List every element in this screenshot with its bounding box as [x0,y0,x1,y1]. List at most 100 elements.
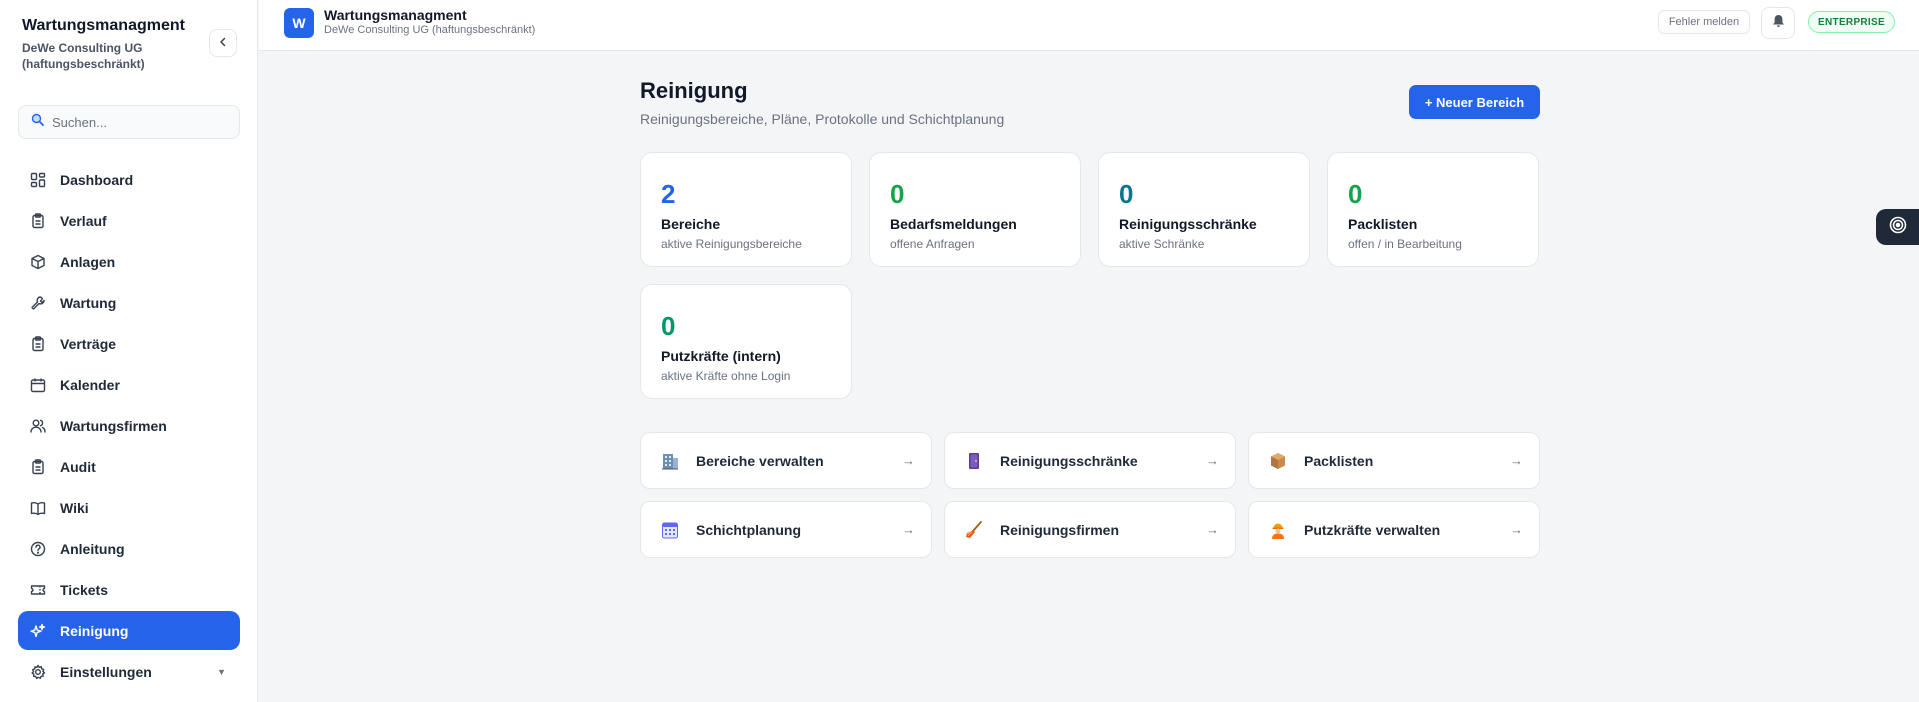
stat-value: 0 [1119,179,1134,209]
calendar-grid-icon [660,520,680,540]
stat-label: Reinigungsschränke [1119,216,1257,232]
calendar-icon [30,377,46,393]
link-label: Bereiche verwalten [696,452,824,469]
stat-label: Putzkräfte (intern) [661,348,781,364]
notifications-button[interactable] [1761,7,1795,39]
arrow-right-icon: → [902,453,915,468]
chevron-down-icon: ▼ [217,666,226,677]
sidebar-item-label: Verträge [60,335,117,352]
stat-label: Bereiche [661,216,721,232]
building-icon [660,451,680,471]
collapse-sidebar-button[interactable] [209,29,237,57]
ticket-icon [30,582,46,598]
sidebar-item-wiki[interactable]: Wiki [18,488,240,527]
box-icon [30,254,46,270]
package-icon [1268,451,1288,471]
stat-label: Packlisten [1348,216,1418,232]
link-label: Packlisten [1304,452,1374,469]
broom-icon [964,520,984,540]
sidebar-item-label: Anleitung [60,540,125,557]
sidebar-item-vertraege[interactable]: Verträge [18,324,240,363]
link-schichtplanung[interactable]: Schichtplanung → [640,501,932,558]
sidebar-item-verlauf[interactable]: Verlauf [18,201,240,240]
sidebar-item-label: Reinigung [60,622,129,639]
arrow-right-icon: → [1206,453,1219,468]
stat-value: 2 [661,179,676,209]
plan-badge: ENTERPRISE [1808,11,1895,33]
arrow-right-icon: → [1206,522,1219,537]
worker-icon [1268,520,1288,540]
link-label: Reinigungsschränke [1000,452,1138,469]
header-subtitle: DeWe Consulting UG (haftungsbeschränkt) [324,24,536,36]
link-reinigungsschraenke[interactable]: Reinigungsschränke → [944,432,1236,489]
chevron-left-icon [218,34,228,52]
brand-title: Wartungsmanagment [22,17,185,34]
link-label: Putzkräfte verwalten [1304,521,1441,538]
sidebar-item-label: Anlagen [60,253,116,270]
sidebar-item-label: Tickets [60,581,108,598]
gear-icon [30,664,46,680]
report-error-button[interactable]: Fehler melden [1658,10,1750,34]
stat-value: 0 [1348,179,1363,209]
stat-card-reinigungsschraenke: 0 Reinigungsschränke aktive Schränke [1098,152,1310,267]
sidebar-item-label: Audit [60,458,96,475]
page-title: Reinigung [640,78,748,103]
sparkles-icon [30,623,46,639]
link-reinigungsfirmen[interactable]: Reinigungsfirmen → [944,501,1236,558]
link-packlisten[interactable]: Packlisten → [1248,432,1540,489]
help-circle-icon [30,541,46,557]
book-icon [30,500,46,516]
top-bar: W Wartungsmanagment DeWe Consulting UG (… [259,0,1919,51]
sidebar-item-audit[interactable]: Audit [18,447,240,486]
cabinet-icon [964,451,984,471]
users-icon [30,418,46,434]
sidebar-item-wartung[interactable]: Wartung [18,283,240,322]
clipboard-icon [30,335,46,352]
stat-description: offene Anfragen [890,237,975,251]
search-box[interactable] [18,105,240,139]
sidebar-item-kalender[interactable]: Kalender [18,365,240,404]
stat-card-putzkraefte: 0 Putzkräfte (intern) aktive Kräfte ohne… [640,284,852,399]
stat-description: aktive Reinigungsbereiche [661,237,802,251]
accessibility-widget-button[interactable] [1876,209,1919,245]
search-icon [31,113,44,131]
sidebar-item-dashboard[interactable]: Dashboard [18,160,240,199]
brand-subtitle: DeWe Consulting UG (haftungsbeschränkt) [22,41,145,71]
link-label: Schichtplanung [696,521,801,538]
dashboard-icon [30,172,46,188]
sidebar-item-reinigung[interactable]: Reinigung [18,611,240,650]
sidebar-nav: Dashboard Verlauf Anlagen Wartung Verträ… [18,160,240,693]
sidebar-item-label: Dashboard [60,171,134,188]
sidebar-item-wartungsfirmen[interactable]: Wartungsfirmen [18,406,240,445]
stat-card-bedarfsmeldungen: 0 Bedarfsmeldungen offene Anfragen [869,152,1081,267]
arrow-right-icon: → [1510,522,1523,537]
sidebar-item-tickets[interactable]: Tickets [18,570,240,609]
header-title: Wartungsmanagment [324,7,467,23]
target-icon [1888,215,1908,240]
sidebar: Wartungsmanagment DeWe Consulting UG (ha… [0,0,258,702]
stat-description: aktive Kräfte ohne Login [661,369,791,383]
link-bereiche-verwalten[interactable]: Bereiche verwalten → [640,432,932,489]
new-area-button[interactable]: + Neuer Bereich [1409,85,1540,119]
stat-description: offen / in Bearbeitung [1348,237,1462,251]
sidebar-item-anleitung[interactable]: Anleitung [18,529,240,568]
link-putzkraefte-verwalten[interactable]: Putzkräfte verwalten → [1248,501,1540,558]
arrow-right-icon: → [902,522,915,537]
sidebar-item-anlagen[interactable]: Anlagen [18,242,240,281]
sidebar-item-label: Wartung [60,294,117,311]
clipboard-icon [30,458,46,475]
sidebar-item-label: Einstellungen [60,663,152,680]
stat-label: Bedarfsmeldungen [890,216,1017,232]
stat-description: aktive Schränke [1119,237,1205,251]
stat-card-packlisten: 0 Packlisten offen / in Bearbeitung [1327,152,1539,267]
stat-card-bereiche: 2 Bereiche aktive Reinigungsbereiche [640,152,852,267]
clipboard-icon [30,212,46,229]
sidebar-item-label: Wiki [60,499,89,516]
app-logo: W [284,8,314,38]
bell-icon [1772,14,1785,33]
sidebar-item-einstellungen[interactable]: Einstellungen ▼ [18,652,240,691]
arrow-right-icon: → [1510,453,1523,468]
search-input[interactable] [50,113,224,131]
wrench-icon [30,295,46,311]
stat-value: 0 [661,311,676,341]
